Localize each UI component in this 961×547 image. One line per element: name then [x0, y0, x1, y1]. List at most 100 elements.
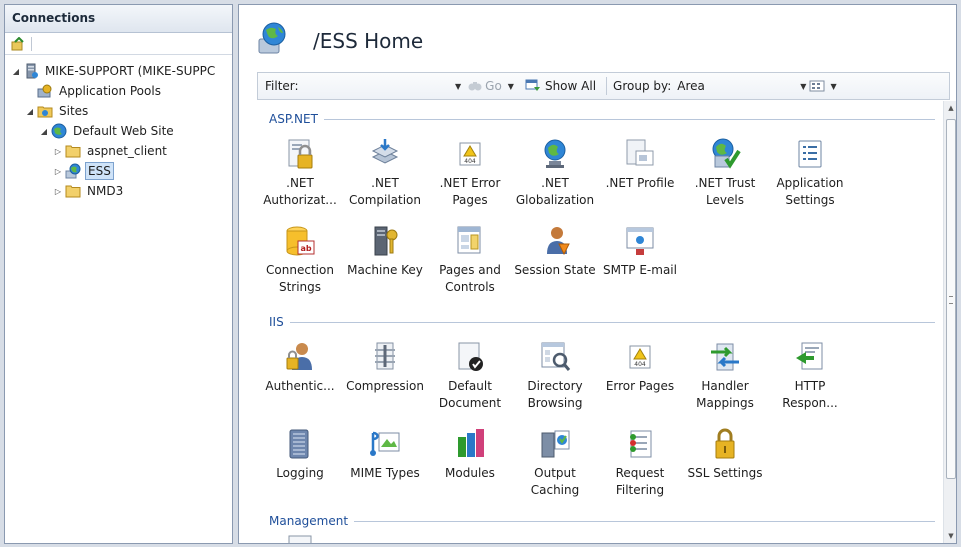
go-button-label: Go [485, 79, 502, 93]
collapse-arrow-icon[interactable]: ◢ [25, 107, 35, 116]
request-filtering-icon [624, 427, 656, 461]
feature-item[interactable]: Application Settings [767, 137, 853, 209]
feature-item[interactable]: Modules [427, 427, 513, 482]
go-button[interactable]: Go ▼ [464, 79, 521, 93]
folder-icon [65, 143, 81, 159]
feature-item[interactable]: Handler Mappings [682, 340, 768, 412]
feature-item[interactable]: Default Document [427, 340, 513, 412]
page-title: /ESS Home [313, 29, 424, 53]
feature-label: SSL Settings [687, 466, 763, 480]
filter-input[interactable] [302, 76, 452, 96]
machine-key-icon [369, 224, 401, 258]
feature-item[interactable]: Pages and Controls [427, 224, 513, 296]
tree-node[interactable]: Application Pools [5, 81, 232, 101]
folder-icon [65, 183, 81, 199]
feature-item[interactable]: Compression [342, 340, 428, 395]
feature-item[interactable]: ab Connection Strings [257, 224, 343, 296]
feature-item[interactable]: Authentic... [257, 340, 343, 395]
net-authorization-icon [284, 137, 316, 171]
feature-label: Handler Mappings [696, 379, 754, 410]
expand-arrow-icon[interactable]: ▷ [53, 167, 63, 176]
compression-icon [369, 340, 401, 374]
net-profile-icon [624, 137, 656, 171]
show-all-label: Show All [544, 79, 597, 93]
expand-arrow-icon[interactable]: ▷ [53, 187, 63, 196]
feature-item[interactable]: Session State [512, 224, 598, 279]
create-connection-icon[interactable] [11, 36, 25, 51]
feature-item[interactable]: 404 Error Pages [597, 340, 683, 395]
view-dropdown-arrow-icon: ▼ [830, 81, 837, 91]
application-settings-icon [794, 137, 826, 171]
collapse-arrow-icon[interactable]: ◢ [11, 67, 21, 76]
feature-label: .NET Globalization [515, 176, 595, 207]
section-header: ASP.NET [257, 111, 935, 127]
feature-item[interactable]: Machine Key [342, 224, 428, 279]
tree-node[interactable]: ▷ aspnet_client [5, 141, 232, 161]
connections-tree: ◢ MIKE-SUPPORT (MIKE-SUPPC Application Poo… [5, 55, 232, 201]
feature-item[interactable]: MIME Types [342, 427, 428, 482]
tree-node[interactable]: ◢ Sites [5, 101, 232, 121]
logging-icon [284, 427, 316, 461]
app-pools-icon [37, 83, 53, 99]
directory-browsing-icon [539, 340, 571, 374]
feature-label: Request Filtering [615, 466, 665, 497]
connections-toolbar [5, 33, 232, 55]
feature-item[interactable]: .NET Globalization [512, 137, 598, 209]
tree-node-label: aspnet_client [87, 144, 167, 158]
globe-icon [51, 123, 67, 139]
section-header: IIS [257, 314, 935, 330]
connections-header: Connections [5, 5, 232, 33]
tree-node[interactable]: ◢ Default Web Site [5, 121, 232, 141]
feature-label: Connection Strings [266, 263, 334, 294]
http-response-icon [794, 340, 826, 374]
feature-label: .NET Error Pages [439, 176, 501, 207]
connection-strings-icon: ab [284, 224, 316, 258]
feature-item[interactable]: Directory Browsing [512, 340, 598, 412]
binoculars-icon [468, 82, 482, 91]
feature-label: Authentic... [265, 379, 335, 393]
net-error-pages-icon: 404 [454, 137, 486, 171]
feature-label: .NET Authorizat... [263, 176, 337, 207]
vertical-scrollbar[interactable]: ▲ ▼ [943, 101, 956, 543]
feature-item[interactable]: SSL Settings [682, 427, 768, 482]
section-header: Management [257, 513, 935, 529]
feature-item[interactable]: .NET Authorizat... [257, 137, 343, 209]
server-icon [23, 63, 39, 79]
feature-label: .NET Compilation [348, 176, 422, 207]
feature-label: Machine Key [347, 263, 423, 277]
view-mode-button[interactable]: ▼ [809, 79, 839, 93]
tree-node[interactable]: ◢ MIKE-SUPPORT (MIKE-SUPPC [5, 61, 232, 81]
collapse-arrow-icon[interactable]: ◢ [39, 127, 49, 136]
toolbar-separator [31, 36, 32, 51]
show-all-button[interactable]: Show All [521, 79, 600, 93]
tree-node-label: MIKE-SUPPORT (MIKE-SUPPC [45, 64, 216, 78]
tree-node[interactable]: ▷ ESS [5, 161, 232, 181]
section-divider [354, 520, 935, 522]
feature-label: Directory Browsing [527, 379, 583, 410]
feature-item[interactable]: 404 .NET Error Pages [427, 137, 513, 209]
feature-item[interactable]: Logging [257, 427, 343, 482]
feature-label: Compression [346, 379, 424, 393]
group-by-select[interactable]: Area [677, 79, 797, 93]
tree-node[interactable]: ▷ NMD3 [5, 181, 232, 201]
feature-item[interactable]: HTTP Respon... [767, 340, 853, 412]
feature-item[interactable]: Request Filtering [597, 427, 683, 499]
feature-item[interactable]: SMTP E-mail [597, 224, 683, 279]
section-title: Management [269, 514, 349, 528]
group-by-dropdown-arrow-icon[interactable]: ▼ [800, 82, 806, 91]
expand-arrow-icon[interactable]: ▷ [53, 147, 63, 156]
feature-item[interactable]: Output Caching [512, 427, 598, 499]
feature-item-partial[interactable] [257, 533, 343, 543]
pages-controls-icon [454, 224, 486, 258]
feature-item[interactable]: .NET Profile [597, 137, 683, 192]
filter-dropdown-arrow-icon[interactable]: ▼ [455, 82, 461, 91]
scroll-thumb[interactable] [946, 119, 956, 479]
iis-manager-window: Connections ◢ MIKE-SUPPORT (MIKE-SUPPC App… [0, 0, 961, 547]
scroll-up-arrow-icon[interactable]: ▲ [944, 101, 956, 115]
feature-item[interactable]: .NET Trust Levels [682, 137, 768, 209]
page-header: /ESS Home [239, 5, 956, 71]
feature-item[interactable]: .NET Compilation [342, 137, 428, 209]
scroll-down-arrow-icon[interactable]: ▼ [944, 529, 956, 543]
filter-toolbar: Filter: ▼ Go ▼ Show All Group by: Area ▼… [257, 72, 950, 100]
tree-node-label: ESS [85, 162, 114, 180]
